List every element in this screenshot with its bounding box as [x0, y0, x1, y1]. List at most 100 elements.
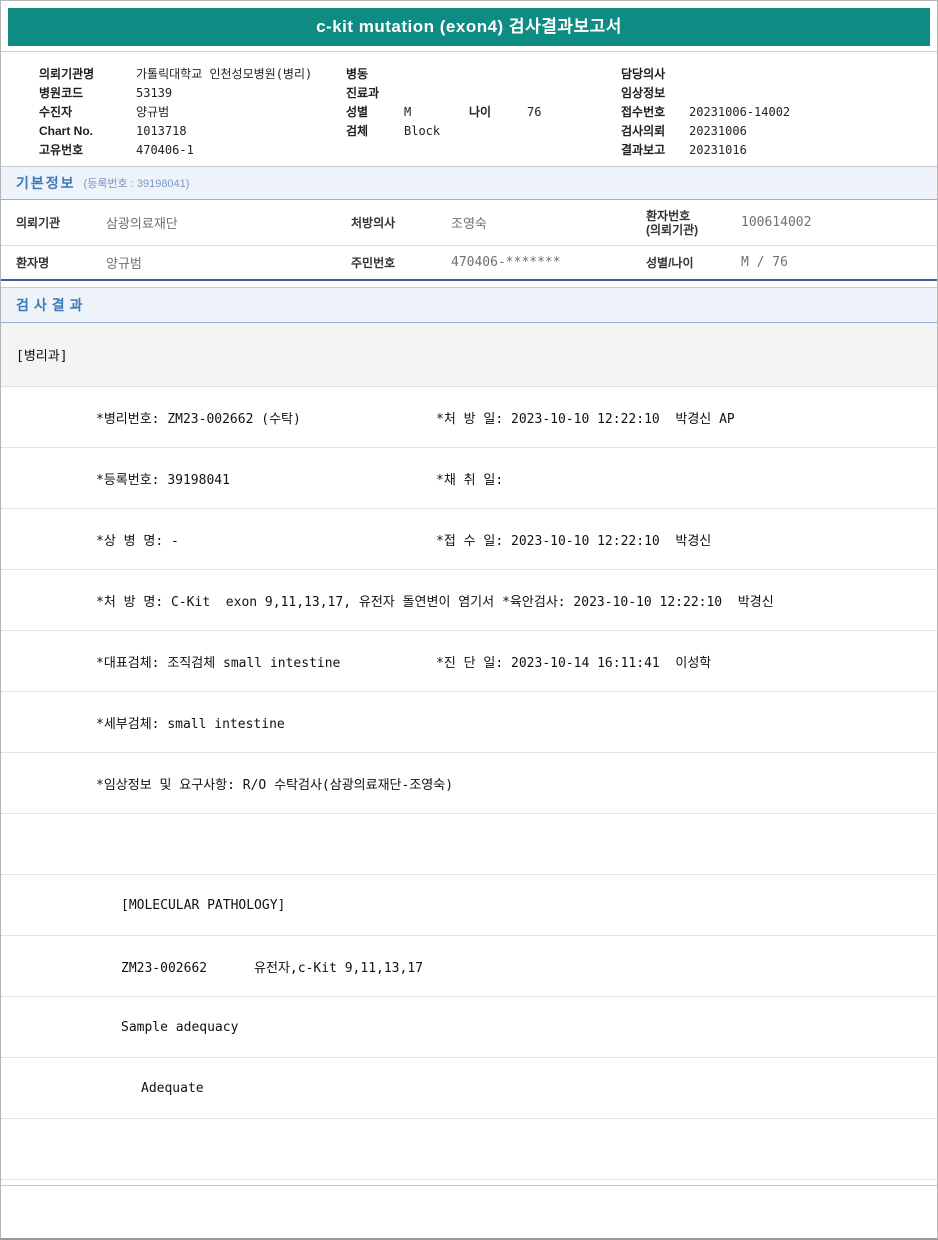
results-section-header: 검사결과 [1, 287, 937, 323]
resident-id-value: 470406-******* [451, 255, 561, 270]
field-chart-no: Chart No. 1013718 [39, 121, 339, 140]
field-value: 가톨릭대학교 인천성모병원(병리) [136, 67, 313, 81]
result-right: *진 단 일: 2023-10-14 16:11:41 이성학 [436, 655, 712, 671]
field-value: 20231016 [689, 142, 747, 157]
referring-org-label: 의뢰기관 [16, 215, 61, 230]
result-left: Sample adequacy [121, 1019, 239, 1035]
sex-age-value: M / 76 [741, 255, 788, 270]
resident-id-label: 주민번호 [351, 255, 396, 270]
field-label: 성별 [346, 105, 369, 119]
field-value: Block [404, 123, 441, 138]
field-referring-org-name: 의뢰기관명 가톨릭대학교 인천성모병원(병리) [39, 64, 339, 83]
result-left: *등록번호: 39198041 [96, 472, 230, 488]
result-left: Adequate [141, 1080, 204, 1096]
basic-info-title: 기본정보 [16, 175, 76, 191]
result-left: *처 방 명: C-Kit exon 9,11,13,17, 유전자 돌연변이 … [96, 594, 495, 610]
age-value: 76 [527, 104, 542, 119]
result-left: *병리번호: ZM23-002662 (수탁) [96, 411, 301, 427]
result-rows: *병리번호: ZM23-002662 (수탁) *처 방 일: 2023-10-… [1, 387, 937, 1180]
banner-wrap: c-kit mutation (exon4) 검사결과보고서 [1, 1, 937, 52]
patient-header-info: 의뢰기관명 가톨릭대학교 인천성모병원(병리) 병원코드 53139 수진자 양… [1, 52, 937, 166]
basic-info-row-2: 환자명 양규범 주민번호 470406-******* 성별/나이 M / 76 [1, 246, 937, 279]
field-label: 검체 [346, 124, 369, 138]
result-left: *상 병 명: - [96, 533, 179, 549]
department-row: [병리과] [1, 323, 937, 387]
department-label: [병리과] [16, 349, 68, 364]
result-row: *처 방 명: C-Kit exon 9,11,13,17, 유전자 돌연변이 … [1, 570, 937, 631]
top-info-right-column: 담당의사 임상정보 접수번호 20231006-14002 검사의뢰 20231… [621, 64, 921, 159]
result-left: [MOLECULAR PATHOLOGY] [121, 897, 286, 913]
result-left: *임상정보 및 요구사항: R/O 수탁검사(삼광의료재단-조영숙) [96, 777, 454, 793]
field-label: 접수번호 [621, 105, 666, 119]
field-value: 20231006-14002 [689, 104, 791, 119]
result-left: *대표검체: 조직검체 small intestine [96, 655, 341, 671]
footer-spacer [1, 1185, 937, 1235]
basic-info-table: 의뢰기관 삼광의료재단 처방의사 조영숙 환자번호 (의뢰기관) 1006140… [1, 200, 937, 281]
result-right: *처 방 일: 2023-10-10 12:22:10 박경신 AP [436, 411, 735, 427]
result-right: *육안검사: 2023-10-10 12:22:10 박경신 [502, 594, 774, 610]
result-row: *등록번호: 39198041 *채 취 일: [1, 448, 937, 509]
result-row: *임상정보 및 요구사항: R/O 수탁검사(삼광의료재단-조영숙) [1, 753, 937, 814]
field-examinee: 수진자 양규범 [39, 102, 339, 121]
field-attending-doctor: 담당의사 [621, 64, 921, 83]
result-row: *대표검체: 조직검체 small intestine *진 단 일: 2023… [1, 631, 937, 692]
top-info-left-column: 의뢰기관명 가톨릭대학교 인천성모병원(병리) 병원코드 53139 수진자 양… [39, 64, 339, 159]
field-department: 진료과 [346, 83, 606, 102]
field-label: 고유번호 [39, 143, 84, 157]
prescribing-doctor-value: 조영숙 [451, 217, 487, 232]
registration-number-note: (등록번호 : 39198041) [83, 178, 190, 190]
patient-name-value: 양규범 [106, 257, 142, 272]
field-hospital-code: 병원코드 53139 [39, 83, 339, 102]
field-specimen: 검체 Block [346, 121, 606, 140]
top-info-middle-column: 병동 진료과 성별 M 나이 76 검체 Block [346, 64, 606, 140]
result-right: *접 수 일: 2023-10-10 12:22:10 박경신 [436, 533, 712, 549]
field-label: 결과보고 [621, 143, 666, 157]
result-row-sample-adequacy: Sample adequacy [1, 997, 937, 1058]
result-row-molecular-pathology-header: [MOLECULAR PATHOLOGY] [1, 875, 937, 936]
field-label: 담당의사 [621, 67, 666, 81]
sex-value: M [404, 104, 412, 119]
result-row-empty [1, 814, 937, 875]
report-page: c-kit mutation (exon4) 검사결과보고서 의뢰기관명 가톨릭… [0, 0, 938, 1240]
prescribing-doctor-label: 처방의사 [351, 215, 396, 230]
result-row-gene-test: ZM23-002662 유전자,c-Kit 9,11,13,17 [1, 936, 937, 997]
field-label: 병동 [346, 67, 369, 81]
field-label: 검사의뢰 [621, 124, 666, 138]
field-value: 1013718 [136, 123, 187, 138]
field-value: 470406-1 [136, 142, 194, 157]
field-report-date: 결과보고 20231016 [621, 140, 921, 159]
field-unique-no: 고유번호 470406-1 [39, 140, 339, 159]
basic-info-row-1: 의뢰기관 삼광의료재단 처방의사 조영숙 환자번호 (의뢰기관) 1006140… [1, 200, 937, 246]
result-row: *상 병 명: - *접 수 일: 2023-10-10 12:22:10 박경… [1, 509, 937, 570]
report-title: c-kit mutation (exon4) 검사결과보고서 [316, 17, 622, 36]
result-row: *병리번호: ZM23-002662 (수탁) *처 방 일: 2023-10-… [1, 387, 937, 448]
field-label: Chart No. [39, 123, 93, 138]
field-receipt-no: 접수번호 20231006-14002 [621, 102, 921, 121]
field-label: 수진자 [39, 105, 73, 119]
field-label: 진료과 [346, 86, 380, 100]
result-row-adequate: Adequate [1, 1058, 937, 1119]
field-value: 20231006 [689, 123, 747, 138]
field-label: 임상정보 [621, 86, 666, 100]
field-label: 의뢰기관명 [39, 67, 95, 81]
patient-number-value: 100614002 [741, 215, 812, 230]
referring-org-value: 삼광의료재단 [106, 217, 178, 232]
sex-age-label: 성별/나이 [646, 255, 694, 270]
result-right: *채 취 일: [436, 472, 504, 488]
field-test-request-date: 검사의뢰 20231006 [621, 121, 921, 140]
field-label: 나이 [469, 105, 492, 119]
basic-info-section-header: 기본정보 (등록번호 : 39198041) [1, 166, 937, 200]
field-value: 53139 [136, 85, 173, 100]
patient-name-label: 환자명 [16, 255, 50, 270]
field-sex-age: 성별 M 나이 76 [346, 102, 606, 121]
result-row: *세부검체: small intestine [1, 692, 937, 753]
result-left: ZM23-002662 유전자,c-Kit 9,11,13,17 [121, 960, 423, 976]
field-value: 양규범 [136, 105, 170, 119]
field-label: 병원코드 [39, 86, 84, 100]
field-clinical-info: 임상정보 [621, 83, 921, 102]
field-ward: 병동 [346, 64, 606, 83]
results-title: 검사결과 [16, 297, 88, 313]
result-left: *세부검체: small intestine [96, 716, 285, 732]
patient-number-label: 환자번호 (의뢰기관) [646, 208, 699, 237]
report-title-banner: c-kit mutation (exon4) 검사결과보고서 [8, 8, 930, 46]
